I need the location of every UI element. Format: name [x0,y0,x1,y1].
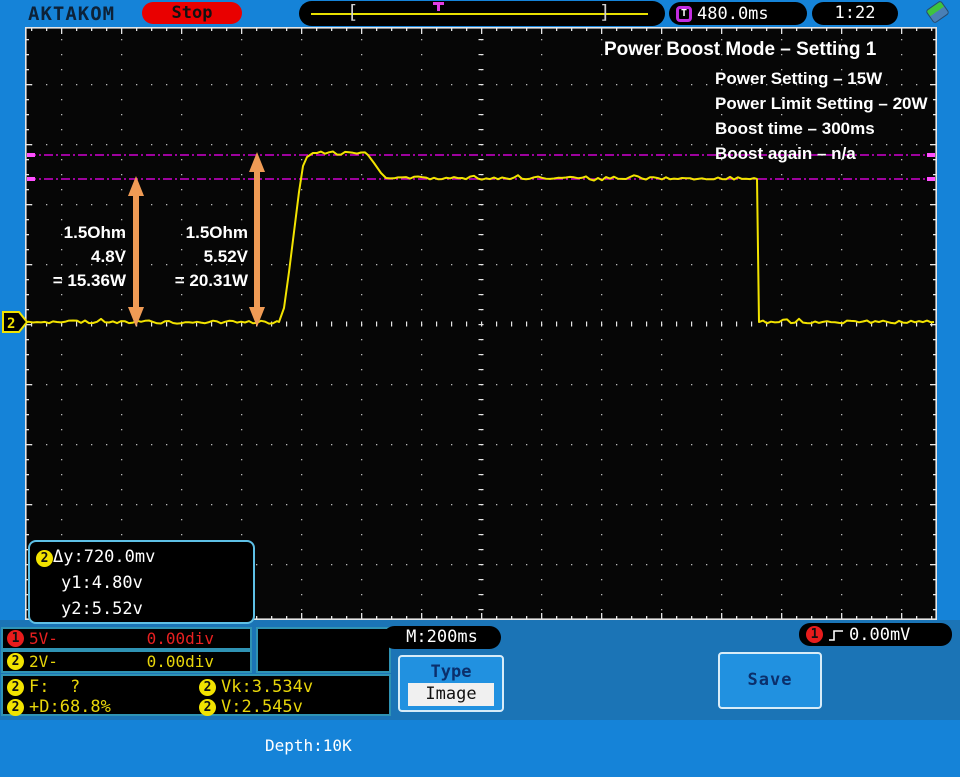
memory-depth: Depth:10K [265,736,352,755]
type-menu-selected-value[interactable]: Image [408,683,494,706]
timebase-readout: M:200ms [383,626,501,649]
channel-2-scale-readout[interactable]: 2 2V- 0.00div [1,650,252,673]
channel-1-scale-readout[interactable]: 1 5V- 0.00div [1,627,252,650]
oscilloscope-screen: { "colors": { "frame_blue": "#1583d8", "… [0,0,960,755]
clock-readout: 1:22 [812,2,898,25]
measurements-box: 2 F: ? 2 Vk:3.534v 2 +D:68.8% 2 V:2.545v [1,674,391,717]
save-button[interactable]: Save [718,652,822,709]
power-calc-label-15w: 1.5Ohm 4.8V = 15.36W [28,221,126,293]
annotation-setting-line: Power Setting – 15W [715,69,883,88]
annotation-setting-line: Boost again – n/a [715,144,856,163]
type-menu-button[interactable]: Type Image [398,655,504,712]
channel-2-position: 0.00div [146,652,214,671]
acquisition-readout: (2.5KS/s) Depth:10K [256,627,391,755]
trigger-position-bar[interactable]: [ ] [299,1,665,26]
cursor-delta-value: Δy:720.0mv [53,547,156,567]
channel-2-badge: 2 [7,698,24,716]
trigger-level-value: 0.00mV [849,624,911,645]
cursor-y2-value: y2:5.52v [61,599,143,619]
annotation-setting-line: Boost time – 300ms [715,119,875,138]
trigger-level-readout: 1 0.00mV [799,623,952,646]
measurement-vk: 2 Vk:3.534v [199,677,385,697]
channel-1-scale: 5V- [29,629,58,648]
usb-drive-icon [925,0,950,25]
channel-1-position: 0.00div [146,629,214,648]
rising-edge-icon [829,629,843,641]
measurement-v: 2 V:2.545v [199,697,385,717]
type-menu-label: Type [430,662,472,682]
channel-2-badge: 2 [36,550,53,567]
measurement-duty: 2 +D:68.8% [7,697,199,717]
channel-2-badge: 2 [199,678,216,696]
channel-2-badge: 2 [7,678,24,696]
annotation-title: Power Boost Mode – Setting 1 [604,39,877,60]
voltage-label: 5.52V [203,247,248,266]
run-stop-status-button[interactable]: Stop [142,2,242,24]
voltage-label: 4.8V [91,247,126,266]
wattage-label: = 15.36W [52,271,126,290]
measurement-value: Vk:3.534v [221,677,314,697]
trigger-point-marker-icon [433,2,444,11]
resistance-label: 1.5Ohm [185,223,248,242]
record-length-line [311,13,648,15]
cursor-delta-row: 2 Δy:720.0mv [36,544,247,570]
view-window-right-bracket: ] [599,1,611,23]
channel-1-badge: 1 [7,630,24,647]
annotation-setting-line: Power Limit Setting – 20W [715,94,928,113]
measurement-frequency: 2 F: ? [7,677,199,697]
svg-text:2: 2 [7,316,15,332]
power-calc-label-20w: 1.5Ohm 5.52V = 20.31W [150,221,248,293]
trigger-delay-value: 480.0ms [697,3,769,24]
annotation-settings-list: Power Setting – 15W Power Limit Setting … [715,66,928,166]
cursor-y1-value: y1:4.80v [61,573,143,593]
wattage-label: = 20.31W [174,271,248,290]
channel-1-badge: 1 [806,626,823,643]
measurement-value: V:2.545v [221,697,303,717]
measurement-value: F: ? [29,677,81,697]
trigger-delay-readout: T 480.0ms [669,2,807,25]
channel-2-position-marker: 2 [2,311,29,333]
trigger-t-icon: T [676,5,692,22]
channel-2-scale: 2V- [29,652,58,671]
cursor-readout-box: 2 Δy:720.0mv y1:4.80v y2:5.52v [28,540,255,624]
view-window-left-bracket: [ [347,1,359,23]
channel-2-badge: 2 [7,653,24,670]
channel-2-badge: 2 [199,698,216,716]
brand-logo: AKTAKOM [28,3,116,25]
resistance-label: 1.5Ohm [63,223,126,242]
measurement-value: +D:68.8% [29,697,111,717]
